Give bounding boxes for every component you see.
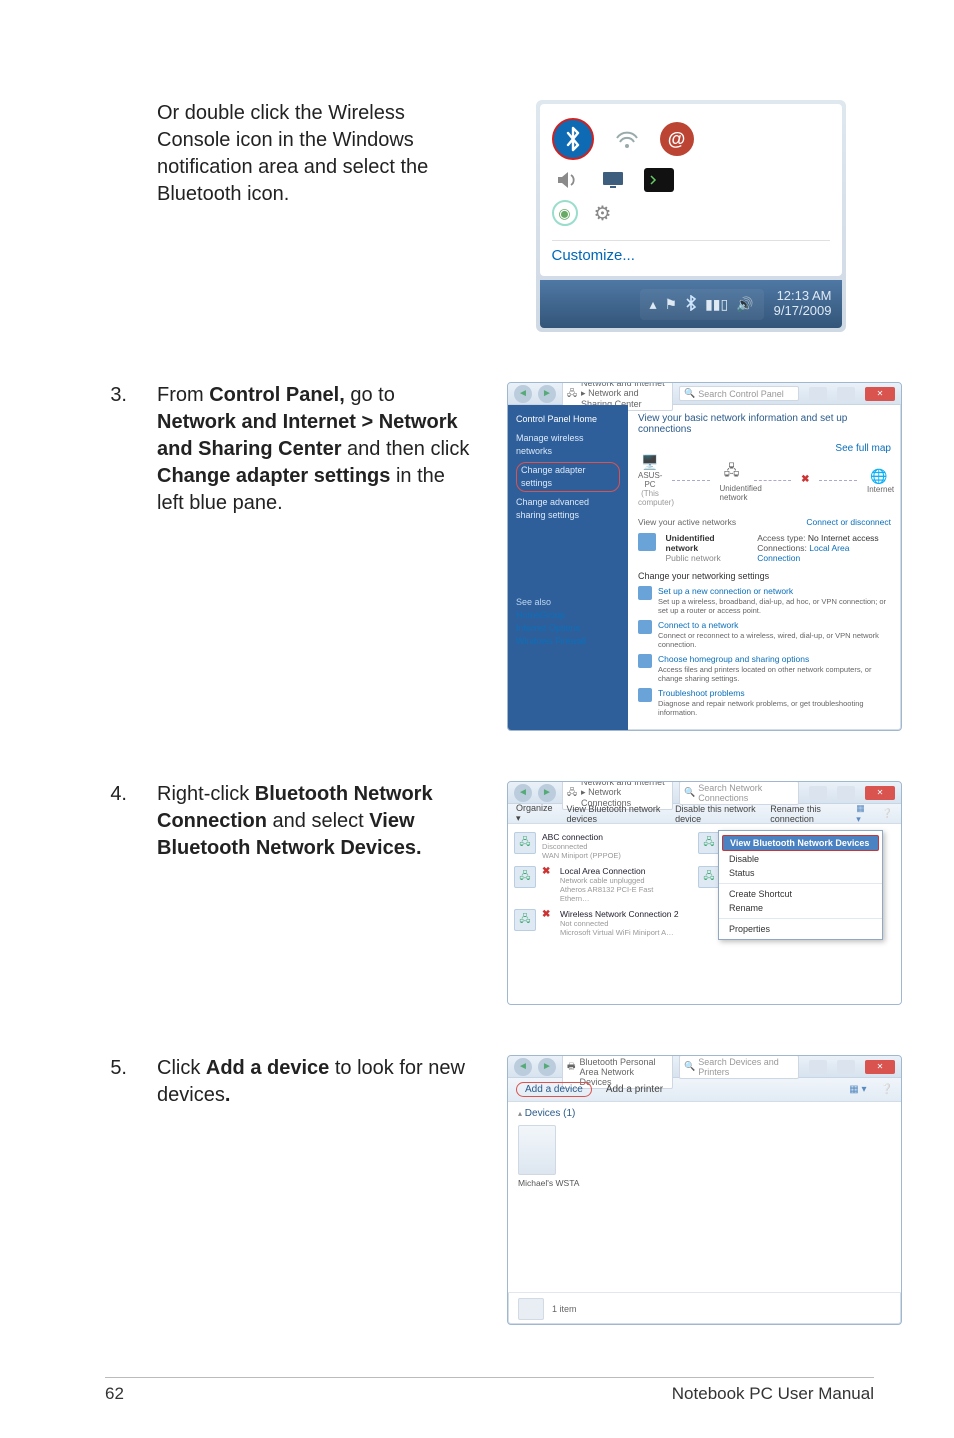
- view-icon[interactable]: ▦ ▾: [849, 1084, 866, 1095]
- speaker-icon[interactable]: [552, 168, 582, 192]
- add-device-button[interactable]: Add a device: [516, 1082, 592, 1097]
- menu-item[interactable]: Status: [719, 866, 882, 880]
- back-icon[interactable]: ◄: [514, 784, 532, 802]
- connection-icon: 🖧: [514, 832, 536, 854]
- fwd-icon[interactable]: ►: [538, 385, 556, 403]
- close-button[interactable]: ✕: [865, 786, 895, 800]
- left-link[interactable]: HomeGroup: [516, 609, 620, 622]
- category-header[interactable]: ▴ Devices (1): [518, 1108, 891, 1119]
- fwd-icon[interactable]: ►: [538, 784, 556, 802]
- menu-item[interactable]: Rename: [719, 901, 882, 915]
- maximize-button[interactable]: [837, 387, 855, 401]
- connection-icon: 🖧: [698, 866, 720, 888]
- left-item[interactable]: Change adapter settings: [516, 462, 620, 492]
- search-input[interactable]: 🔍Search Network Connections: [679, 781, 799, 805]
- help-icon[interactable]: ❔: [881, 1084, 893, 1095]
- task-link[interactable]: Connect to a networkConnect or reconnect…: [638, 620, 891, 649]
- left-link[interactable]: Internet Options: [516, 622, 620, 635]
- back-icon[interactable]: ◄: [514, 1058, 532, 1076]
- connection-icon: 🖧: [514, 866, 536, 888]
- connection-item[interactable]: 🖧✖Wireless Network Connection 2Not conne…: [514, 909, 684, 937]
- task-link[interactable]: Choose homegroup and sharing optionsAcce…: [638, 654, 891, 683]
- organize-menu[interactable]: Organize ▾: [516, 803, 553, 824]
- taskbar-clock[interactable]: 12:13 AM 9/17/2009: [774, 289, 832, 319]
- disabled-icon: ✖: [542, 909, 554, 937]
- disc-icon[interactable]: ◉: [552, 200, 578, 226]
- left-item[interactable]: Change advanced sharing settings: [516, 496, 620, 522]
- left-pane: Control Panel Home Manage wireless netwo…: [508, 405, 628, 730]
- device-icon: [518, 1125, 556, 1175]
- step5-text: Click Add a device to look for new devic…: [157, 1055, 477, 1109]
- left-item[interactable]: Manage wireless networks: [516, 432, 620, 458]
- context-menu: View Bluetooth Network Devices Disable S…: [718, 830, 883, 940]
- devices-window: ◄ ► 🖶Devices and Print… ▸ Bluetooth Pers…: [507, 1055, 902, 1325]
- search-input[interactable]: 🔍Search Devices and Printers: [679, 1055, 799, 1079]
- toolbar-item[interactable]: Disable this network device: [675, 804, 756, 824]
- status-bar: 1 item: [508, 1292, 901, 1324]
- cmd-icon[interactable]: [644, 168, 674, 192]
- connect-link[interactable]: Connect or disconnect: [806, 517, 891, 527]
- menu-item[interactable]: View Bluetooth Network Devices: [722, 835, 879, 851]
- customize-link[interactable]: Customize...: [552, 240, 830, 270]
- minimize-button[interactable]: [809, 786, 827, 800]
- device-item[interactable]: Michael's WSTA: [518, 1125, 891, 1188]
- step-number: 4.: [105, 781, 127, 806]
- broken-icon: ✖: [801, 474, 809, 485]
- intro-text: Or double click the Wireless Console ico…: [157, 100, 477, 208]
- left-link[interactable]: Windows Firewall: [516, 635, 620, 648]
- connection-icon: 🖧: [698, 832, 720, 854]
- maximize-button[interactable]: [837, 786, 855, 800]
- connection-item[interactable]: 🖧ABC connectionDisconnectedWAN Miniport …: [514, 832, 684, 860]
- menu-item[interactable]: Properties: [719, 922, 882, 936]
- step-number: 3.: [105, 382, 127, 407]
- bluetooth-icon[interactable]: [552, 118, 594, 160]
- network-map: 🖥️ASUS-PC(This computer) 🖧Unidentified n…: [638, 454, 891, 507]
- minimize-button[interactable]: [809, 387, 827, 401]
- wireless-icon[interactable]: [610, 122, 644, 156]
- tray-flag-icon[interactable]: ⚑: [665, 296, 678, 313]
- connection-item[interactable]: 🖧✖Local Area ConnectionNetwork cable unp…: [514, 866, 684, 903]
- gear-icon[interactable]: ⚙: [594, 201, 612, 226]
- back-icon[interactable]: ◄: [514, 385, 532, 403]
- menu-item[interactable]: Disable: [719, 852, 882, 866]
- page-number: 62: [105, 1384, 124, 1404]
- monitor-icon[interactable]: [598, 168, 628, 192]
- footer-title: Notebook PC User Manual: [672, 1384, 874, 1404]
- network-sharing-window: ◄ ► 🖧Network and Internet ▸ Network and …: [507, 382, 902, 731]
- taskbar: ▴ ⚑ ▮▮▯ 🔊 12:13 AM 9/17/2009: [540, 280, 842, 328]
- add-printer-button[interactable]: Add a printer: [606, 1084, 663, 1095]
- tray-bt-icon[interactable]: [685, 295, 697, 314]
- tray-vol-icon[interactable]: 🔊: [736, 296, 753, 313]
- network-connections-window: ◄ ► 🖧Network and Internet ▸ Network Conn…: [507, 781, 902, 1005]
- toolbar-item[interactable]: View Bluetooth network devices: [567, 804, 662, 824]
- maximize-button[interactable]: [837, 1060, 855, 1074]
- help-icon[interactable]: ❔: [882, 808, 893, 819]
- minimize-button[interactable]: [809, 1060, 827, 1074]
- at-icon[interactable]: @: [660, 122, 694, 156]
- view-icon[interactable]: ▦ ▾: [856, 803, 868, 825]
- task-link[interactable]: Troubleshoot problemsDiagnose and repair…: [638, 688, 891, 717]
- menu-item[interactable]: Create Shortcut: [719, 887, 882, 901]
- connection-icon: 🖧: [514, 909, 536, 931]
- close-button[interactable]: ✕: [865, 1060, 895, 1074]
- footer-icon: [518, 1298, 544, 1320]
- see-full-map-link[interactable]: See full map: [638, 443, 891, 454]
- close-button[interactable]: ✕: [865, 387, 895, 401]
- headline: View your basic network information and …: [638, 413, 891, 435]
- step4-text: Right-click Bluetooth Network Connection…: [157, 781, 477, 862]
- tray-net-icon[interactable]: ▮▮▯: [705, 296, 728, 313]
- step-number: 5.: [105, 1055, 127, 1080]
- tray-arrow-icon[interactable]: ▴: [650, 296, 657, 313]
- tray-popup: @ ◉ ⚙: [536, 100, 846, 332]
- step3-text: From Control Panel, go to Network and In…: [157, 382, 477, 517]
- network-icon: [638, 533, 656, 551]
- disabled-icon: ✖: [542, 866, 554, 903]
- task-link[interactable]: Set up a new connection or networkSet up…: [638, 586, 891, 615]
- fwd-icon[interactable]: ►: [538, 1058, 556, 1076]
- search-input[interactable]: 🔍Search Control Panel: [679, 386, 799, 401]
- toolbar-item[interactable]: Rename this connection: [770, 804, 842, 824]
